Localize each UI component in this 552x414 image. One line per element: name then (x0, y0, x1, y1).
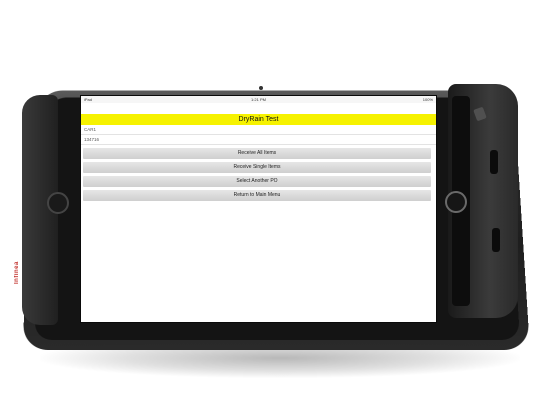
return-to-main-menu-button[interactable]: Return to Main Menu (83, 190, 431, 201)
page-title: DryRain Test (81, 114, 436, 125)
tablet-screen: iPad 1:21 PM 100% DryRain Test CAR1 1347… (80, 95, 437, 323)
case-ridge (490, 150, 498, 174)
side-button-icon[interactable] (47, 192, 69, 214)
brand-label: Infinea (14, 261, 20, 284)
receive-single-items-button[interactable]: Receive Single Items (83, 162, 431, 173)
home-button-icon[interactable] (445, 191, 467, 213)
select-another-po-button[interactable]: Select Another PO (83, 176, 431, 187)
status-bar: iPad 1:21 PM 100% (81, 96, 436, 103)
camera-icon (259, 86, 263, 90)
battery-label: 100% (422, 97, 433, 102)
info-line-number: 134716 (81, 135, 436, 145)
status-time: 1:21 PM (251, 97, 266, 102)
case-ridge (492, 228, 500, 252)
receive-all-items-button[interactable]: Receive All Items (83, 148, 431, 159)
info-line-car: CAR1 (81, 125, 436, 135)
